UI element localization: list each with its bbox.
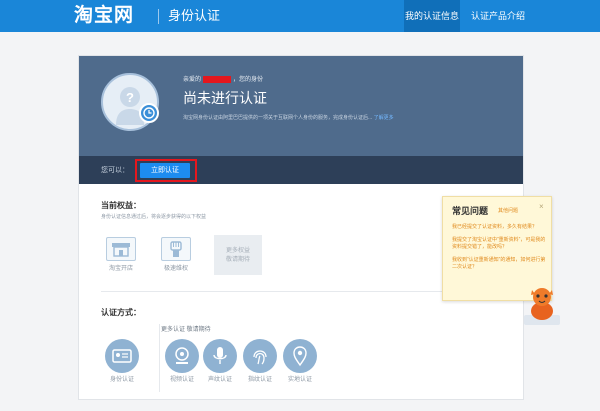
rights-subtitle: 身份认证信息通过后，将会逐步获得的以下权益 — [101, 214, 207, 220]
greeting-prefix: 亲爱的 — [183, 77, 202, 84]
rights-label-rapid-claim: 极速维权 — [163, 266, 188, 272]
more-rights-line2: 敬请期待 — [225, 257, 250, 263]
fist-icon — [161, 237, 191, 261]
faq-close-button[interactable]: × — [539, 203, 544, 211]
id-card-icon[interactable] — [105, 339, 139, 373]
methods-title: 认证方式： — [101, 308, 141, 317]
fingerprint-icon[interactable] — [243, 339, 277, 373]
method-label-fingerprint[interactable]: 指纹认证 — [240, 376, 280, 384]
section-divider — [101, 291, 501, 292]
faq-list: 我已经提交了认证资料，多久有结果？ 我提交了淘宝认证中“重新资料”，可是我的资料… — [452, 224, 546, 277]
action-bar: 您可以： 立即认证 — [79, 156, 523, 184]
rights-label-shop: 淘宝开店 — [108, 266, 133, 272]
you-can-label: 您可以： — [101, 167, 129, 174]
location-pin-icon[interactable] — [283, 339, 317, 373]
faq-other-questions-link[interactable]: 其他问题 — [498, 208, 518, 215]
greeting-suffix: ，您的身份 — [233, 77, 264, 84]
mascot-icon — [524, 288, 560, 325]
greeting-line: 亲爱的 ，您的身份 — [183, 76, 263, 84]
nav-my-verification[interactable]: 我的认证信息 — [404, 0, 460, 32]
clock-badge-icon — [139, 103, 159, 123]
faq-item[interactable]: 我提交了淘宝认证中“重新资料”，可是我的资料提交错了，能改吗？ — [452, 237, 546, 251]
verify-now-button[interactable]: 立即认证 — [140, 163, 190, 178]
taobao-logo[interactable]: 淘宝网 — [74, 5, 134, 27]
rights-title: 当前权益： — [101, 201, 141, 210]
method-label-id[interactable]: 身份认证 — [102, 376, 142, 384]
verification-status: 尚未进行认证 — [183, 90, 267, 106]
logo-divider — [158, 9, 159, 24]
more-methods-label: 更多认证 敬请期待 — [161, 327, 211, 333]
method-label-voiceprint[interactable]: 声纹认证 — [200, 376, 240, 384]
status-hero: ? 亲爱的 ，您的身份 尚未进行认证 淘宝网身份认证由阿里巴巴提供的一项关于互联网… — [79, 56, 523, 156]
methods-divider — [159, 324, 160, 392]
redacted-username — [203, 76, 232, 83]
microphone-icon[interactable] — [203, 339, 237, 373]
more-rights-box: 更多权益 敬请期待 — [214, 235, 262, 275]
nav-product-intro[interactable]: 认证产品介绍 — [470, 0, 526, 32]
faq-title: 常见问题 — [452, 206, 489, 216]
learn-more-link[interactable]: 了解更多 — [374, 115, 394, 121]
description-text: 淘宝网身份认证由阿里巴巴提供的一项关于互联网个人身份的服务，完成身份认证后... — [183, 115, 373, 121]
top-bar: 淘宝网 身份认证 我的认证信息 认证产品介绍 — [0, 0, 600, 32]
faq-item[interactable]: 我收到“认证重新通知”的通知，如何进行第二次认证？ — [452, 257, 546, 271]
more-rights-line1: 更多权益 — [225, 248, 250, 254]
faq-item[interactable]: 我已经提交了认证资料，多久有结果？ — [452, 224, 546, 231]
status-description: 淘宝网身份认证由阿里巴巴提供的一项关于互联网个人身份的服务，完成身份认证后...… — [183, 115, 394, 122]
shop-icon — [106, 237, 136, 261]
svg-text:?: ? — [126, 90, 134, 105]
camera-icon[interactable] — [165, 339, 199, 373]
method-label-onsite[interactable]: 实地认证 — [280, 376, 320, 384]
method-label-video[interactable]: 视频认证 — [162, 376, 202, 384]
app-title: 身份认证 — [168, 8, 221, 23]
